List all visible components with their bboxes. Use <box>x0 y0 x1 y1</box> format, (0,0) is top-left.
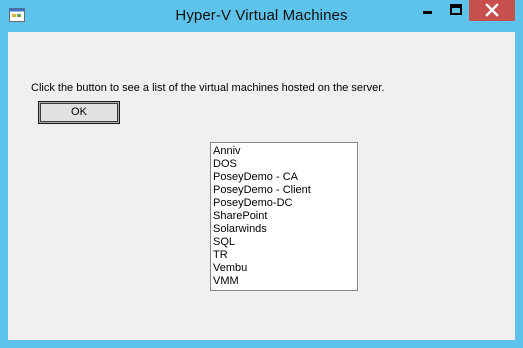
list-item[interactable]: Anniv <box>213 145 357 158</box>
ok-button[interactable]: OK <box>39 102 119 123</box>
list-item[interactable]: VMM <box>213 275 357 288</box>
list-item[interactable]: SQL <box>213 236 357 249</box>
vm-listbox[interactable]: Anniv DOS PoseyDemo - CA PoseyDemo - Cli… <box>210 142 358 291</box>
list-item[interactable]: PoseyDemo - Client <box>213 184 357 197</box>
title-bar[interactable]: Hyper-V Virtual Machines <box>0 0 523 32</box>
minimize-button[interactable] <box>414 0 442 21</box>
list-item[interactable]: PoseyDemo - CA <box>213 171 357 184</box>
list-item[interactable]: PoseyDemo-DC <box>213 197 357 210</box>
list-item[interactable]: SharePoint <box>213 210 357 223</box>
form-client-area: Click the button to see a list of the vi… <box>8 32 515 340</box>
close-button[interactable] <box>469 0 515 21</box>
app-window: Hyper-V Virtual Machines Click the butto… <box>0 0 523 348</box>
list-item[interactable]: TR <box>213 249 357 262</box>
list-item[interactable]: Solarwinds <box>213 223 357 236</box>
instruction-label: Click the button to see a list of the vi… <box>31 82 385 94</box>
maximize-button[interactable] <box>442 0 469 21</box>
list-item[interactable]: DOS <box>213 158 357 171</box>
list-item[interactable]: Vembu <box>213 262 357 275</box>
